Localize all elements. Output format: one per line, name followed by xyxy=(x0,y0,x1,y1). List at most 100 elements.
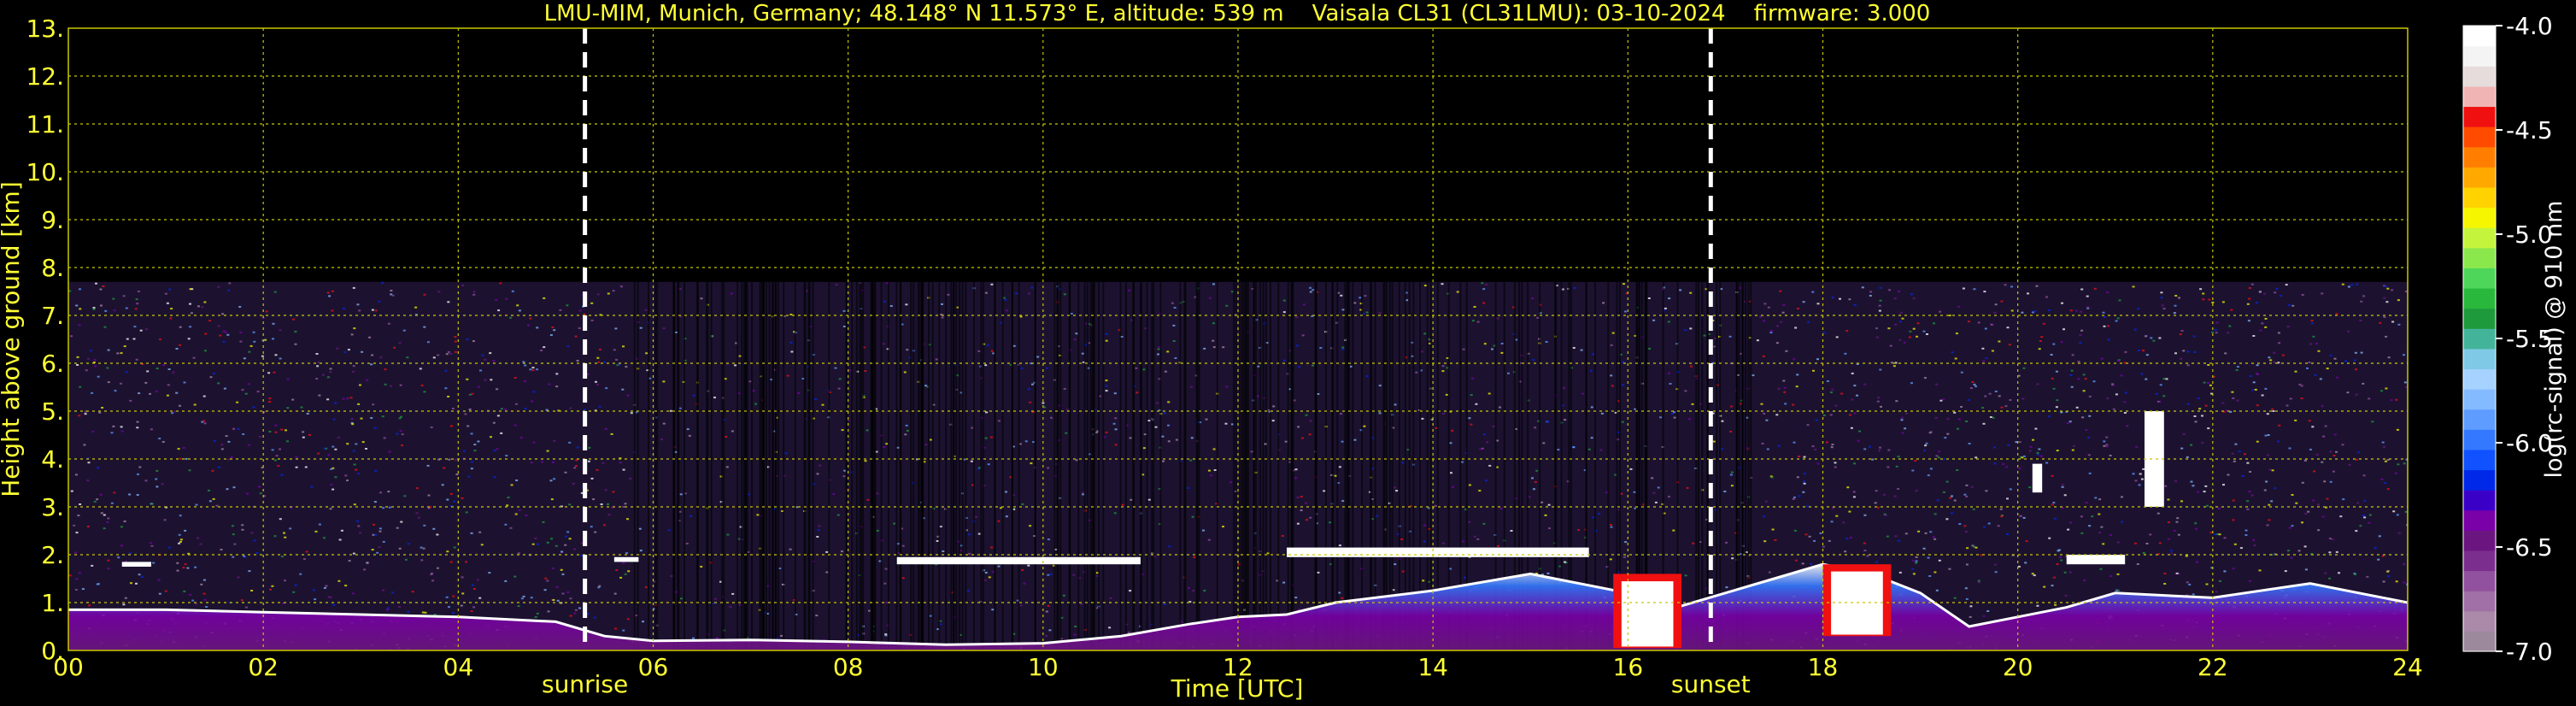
noise-dot xyxy=(2335,313,2338,315)
noise-dot xyxy=(2174,304,2177,307)
noise-streak xyxy=(855,281,858,650)
noise-dot xyxy=(427,494,431,497)
noise-dot xyxy=(1912,297,1916,300)
y-tick-label: 10. xyxy=(26,158,64,186)
noise-dot xyxy=(452,595,455,597)
noise-dot xyxy=(155,485,159,488)
colorbar-segment xyxy=(2463,530,2496,551)
noise-dot xyxy=(1782,379,1786,382)
noise-dot xyxy=(1202,529,1205,532)
noise-dot xyxy=(560,550,564,553)
noise-dot xyxy=(73,551,77,554)
noise-dot xyxy=(2021,311,2024,314)
noise-dot xyxy=(179,326,182,328)
noise-dot xyxy=(2202,292,2205,295)
noise-dot xyxy=(936,540,939,542)
noise-dot xyxy=(534,615,537,618)
noise-dot xyxy=(1341,597,1344,599)
noise-dot xyxy=(79,288,81,291)
noise-dot xyxy=(1019,315,1023,318)
noise-dot xyxy=(436,533,439,536)
noise-dot xyxy=(157,579,161,581)
noise-dot xyxy=(2100,526,2104,528)
noise-dot xyxy=(454,336,457,338)
noise-streak xyxy=(751,281,753,650)
colorbar-segment xyxy=(2463,348,2496,370)
noise-dot xyxy=(223,387,226,390)
noise-dot xyxy=(1546,421,1549,423)
x-tick-label: 18 xyxy=(1808,653,1839,681)
noise-dot xyxy=(990,436,993,438)
noise-dot xyxy=(2179,333,2182,336)
noise-dot xyxy=(306,413,309,415)
noise-dot xyxy=(524,380,526,382)
noise-streak xyxy=(1057,281,1059,650)
noise-dot xyxy=(602,361,606,363)
noise-dot xyxy=(150,428,153,431)
noise-dot xyxy=(168,288,172,291)
noise-dot xyxy=(332,418,336,421)
noise-dot xyxy=(256,391,260,393)
noise-streak xyxy=(1098,281,1100,650)
noise-dot xyxy=(1944,437,1947,439)
noise-dot xyxy=(1915,556,1918,558)
noise-dot xyxy=(797,392,801,394)
noise-dot xyxy=(713,397,716,399)
noise-dot xyxy=(1167,424,1170,427)
noise-dot xyxy=(1441,283,1444,285)
noise-dot xyxy=(569,407,572,409)
colorbar-segment xyxy=(2463,268,2496,289)
noise-dot xyxy=(2051,503,2054,506)
noise-dot xyxy=(2079,342,2082,344)
noise-dot xyxy=(2390,399,2393,402)
noise-dot xyxy=(1624,310,1627,313)
noise-dot xyxy=(561,573,565,575)
noise-dot xyxy=(2054,603,2057,606)
noise-dot xyxy=(1029,401,1032,403)
noise-dot xyxy=(310,485,314,488)
noise-dot xyxy=(1769,330,1773,332)
noise-dot xyxy=(224,331,227,333)
noise-dot xyxy=(2301,294,2304,296)
y-tick-label: 4. xyxy=(41,445,64,474)
noise-streak xyxy=(759,281,761,650)
noise-dot xyxy=(2121,496,2123,498)
noise-dot xyxy=(2066,422,2069,425)
noise-dot xyxy=(2335,450,2338,453)
noise-dot xyxy=(305,550,308,553)
noise-dot xyxy=(848,369,852,372)
noise-dot xyxy=(1877,397,1881,399)
noise-dot xyxy=(1689,291,1693,294)
noise-dot xyxy=(1476,321,1480,323)
noise-dot xyxy=(500,408,503,410)
noise-dot xyxy=(189,326,192,328)
noise-dot xyxy=(461,592,465,595)
noise-dot xyxy=(2342,498,2345,501)
noise-dot xyxy=(2117,360,2120,362)
noise-dot xyxy=(1834,404,1838,407)
noise-dot xyxy=(1875,561,1878,563)
noise-dot xyxy=(2301,481,2304,484)
noise-dot xyxy=(1163,603,1166,605)
noise-dot xyxy=(2031,573,2034,575)
noise-dot xyxy=(1468,417,1471,420)
noise-streak xyxy=(828,281,830,650)
noise-dot xyxy=(2195,527,2198,530)
noise-dot xyxy=(2138,484,2141,486)
noise-dot xyxy=(2403,381,2407,384)
noise-dot xyxy=(2093,287,2097,290)
noise-dot xyxy=(1130,498,1133,501)
noise-dot xyxy=(1590,406,1593,409)
noise-streak xyxy=(1698,281,1699,650)
noise-dot xyxy=(1482,522,1486,525)
noise-dot xyxy=(1845,330,1849,332)
noise-dot xyxy=(1212,346,1216,349)
noise-dot xyxy=(2253,544,2256,546)
noise-dot xyxy=(716,637,719,639)
noise-dot xyxy=(1973,288,1976,291)
noise-dot xyxy=(340,529,343,532)
noise-dot xyxy=(244,606,248,609)
noise-dot xyxy=(1622,384,1625,386)
noise-dot xyxy=(1005,491,1007,493)
noise-dot xyxy=(1633,491,1636,493)
